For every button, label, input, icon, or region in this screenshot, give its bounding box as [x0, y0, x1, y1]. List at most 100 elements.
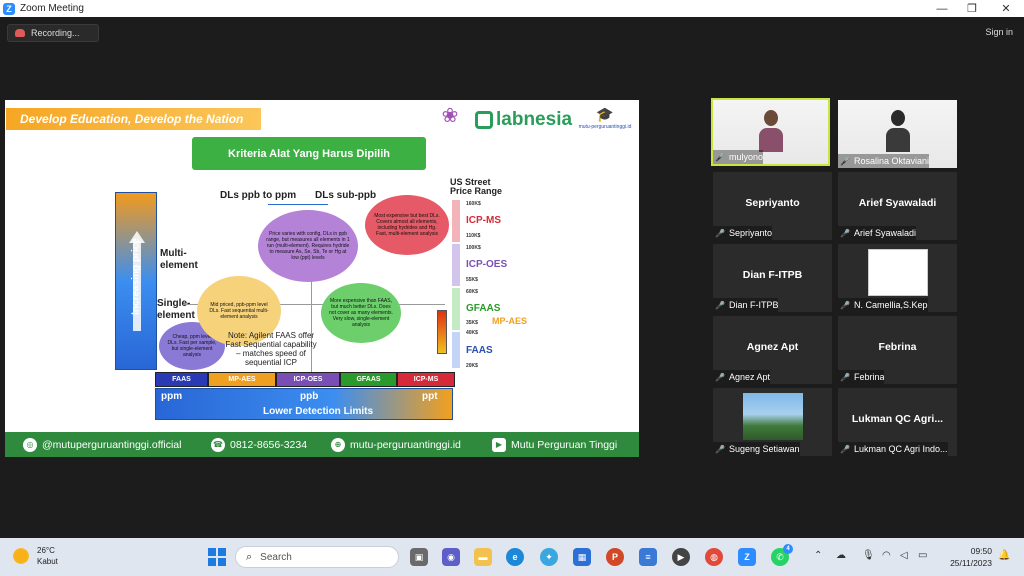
mic-muted-icon: 🎤 — [840, 300, 850, 310]
ellipse-icpoes: Price varies with config, DLs in ppb ran… — [258, 210, 358, 282]
technique-row: FAAS MP-AES ICP-OES GFAAS ICP-MS — [155, 372, 455, 387]
participant-display-name: Dian F-ITPB — [742, 269, 803, 281]
search-icon: ⌕ — [246, 550, 253, 563]
zoom-logo-icon: Z — [3, 2, 15, 15]
notification-badge: 4 — [783, 544, 793, 554]
weather-widget[interactable]: 26°C Kabut — [13, 545, 58, 567]
teams-chat-icon[interactable]: ◉ — [442, 548, 460, 566]
edge-browser-icon[interactable]: e — [506, 548, 524, 566]
store-icon[interactable]: ▦ — [573, 548, 591, 566]
participant-tile[interactable]: Arief Syawaladi 🎤 Arief Syawaladi — [838, 172, 957, 240]
price-seg-gfaas — [452, 288, 460, 330]
start-button[interactable] — [208, 548, 226, 566]
microphone-icon[interactable]: 🎙 — [862, 550, 875, 561]
chevron-up-icon[interactable]: ⌃ — [814, 550, 822, 561]
footer-instagram: @mutuperguruantinggi.official — [42, 438, 182, 451]
footer-phone: 0812-8656-3234 — [230, 438, 308, 451]
labnesia-icon — [475, 111, 493, 129]
detection-limit-axis: ppm ppb ppt Lower Detection Limits — [155, 388, 453, 420]
youtube-icon: ▶ — [492, 437, 506, 452]
us-street-price-label: US Street Price Range — [450, 177, 503, 196]
price-tick: 40K$ — [466, 330, 478, 336]
ifora-logo: ❀ — [430, 104, 470, 140]
price-tick: 160K$ — [466, 201, 481, 207]
weather-temp: 26°C — [37, 546, 55, 555]
participant-tile[interactable]: 🎤 Rosalina Oktaviani — [838, 100, 957, 168]
close-button[interactable]: ✕ — [990, 0, 1022, 17]
instrument-icpoes: ICP-OES — [466, 259, 508, 270]
minimize-button[interactable]: — — [926, 0, 958, 17]
participant-tile[interactable]: Dian F-ITPB 🎤 Dian F-ITPB — [713, 244, 832, 312]
battery-icon[interactable]: ▭ — [918, 550, 927, 561]
wifi-icon[interactable]: ◠ — [882, 550, 891, 561]
meeting-area: Recording... Sign in Develop Education, … — [0, 17, 1024, 538]
cloud-icon[interactable]: ☁ — [836, 550, 846, 561]
participant-name: Lukman QC Agri Indo... — [853, 444, 948, 454]
recording-cloud-icon — [15, 29, 25, 37]
participant-tile[interactable]: 🎤 mulyono — [711, 98, 830, 166]
labnesia-logo: labnesia — [475, 109, 572, 131]
chrome-icon[interactable]: ◍ — [705, 548, 723, 566]
participant-display-name: Sepriyanto — [745, 197, 800, 209]
participant-tile[interactable]: Agnez Apt 🎤 Agnez Apt — [713, 316, 832, 384]
participant-tile[interactable]: Febrina 🎤 Febrina — [838, 316, 957, 384]
price-tick: 20K$ — [466, 363, 478, 369]
participant-tile[interactable]: 🎤 N. Camellia,S.Kep — [838, 244, 957, 312]
participant-name: Sepriyanto — [728, 228, 772, 238]
tech-icpms: ICP-MS — [397, 372, 455, 387]
price-tick: 100K$ — [466, 245, 481, 251]
shared-screen-slide: Develop Education, Develop the Nation ❀ … — [5, 100, 639, 457]
dls-sub-ppb-label: DLs sub-ppb — [315, 190, 377, 201]
zoom-taskbar-icon[interactable]: Z — [738, 548, 756, 566]
task-view-icon[interactable]: ▣ — [410, 548, 428, 566]
taskbar-search[interactable]: ⌕ Search — [235, 546, 399, 568]
maximize-button[interactable]: ❐ — [956, 0, 988, 17]
phone-icon: ☎ — [211, 437, 225, 452]
faas-note: Note: Agilent FAAS offer Fast Sequential… — [225, 331, 317, 367]
footer-website: mutu-perguruantinggi.id — [350, 438, 461, 451]
participant-video-thumbnail — [868, 249, 928, 296]
clock[interactable]: 09:50 25/11/2023 — [944, 545, 992, 569]
ellipse-icpms: Most expensive but best DLs. Covers almo… — [365, 195, 449, 255]
notepad-icon[interactable]: ≡ — [639, 548, 657, 566]
clock-time: 09:50 — [970, 546, 992, 556]
mic-muted-icon: 🎤 — [840, 372, 850, 382]
labnesia-text: labnesia — [496, 109, 573, 130]
powerpoint-icon[interactable]: P — [606, 548, 624, 566]
notification-bell-icon[interactable]: 🔔 — [998, 550, 1010, 561]
participant-display-name: Arief Syawaladi — [858, 197, 937, 209]
participant-tile[interactable]: Lukman QC Agri... 🎤 Lukman QC Agri Indo..… — [838, 388, 957, 456]
app-icon[interactable]: ✦ — [540, 548, 558, 566]
instrument-icpms: ICP-MS — [466, 215, 501, 226]
tech-gfaas: GFAAS — [340, 372, 397, 387]
price-tick: 35K$ — [466, 320, 478, 326]
recording-indicator[interactable]: Recording... — [7, 24, 99, 42]
participant-display-name: Febrina — [878, 341, 917, 353]
file-explorer-icon[interactable]: ▬ — [474, 548, 492, 566]
participant-tile[interactable]: 🎤 Sugeng Setiawan — [713, 388, 832, 456]
participant-display-name: Lukman QC Agri... — [851, 413, 944, 425]
increasing-price-label: Increasing price — [130, 238, 142, 315]
instagram-icon: ◎ — [23, 437, 37, 452]
tech-icpoes: ICP-OES — [276, 372, 340, 387]
participant-display-name: Agnez Apt — [746, 341, 799, 353]
dls-ppb-ppm-label: DLs ppb to ppm — [220, 190, 297, 201]
mic-muted-icon: 🎤 — [840, 444, 850, 454]
participant-name: Sugeng Setiawan — [728, 444, 800, 454]
slide-footer: ◎ @mutuperguruantinggi.official ☎ 0812-8… — [5, 432, 639, 457]
tech-faas: FAAS — [155, 372, 208, 387]
price-tick: 60K$ — [466, 289, 478, 295]
mic-muted-icon: 🎤 — [840, 156, 850, 166]
slide-title: Kriteria Alat Yang Harus Dipilih — [192, 137, 426, 170]
participant-tile[interactable]: Sepriyanto 🎤 Sepriyanto — [713, 172, 832, 240]
price-tick: 55K$ — [466, 277, 478, 283]
window-titlebar: Z Zoom Meeting — ❐ ✕ — [0, 0, 1024, 17]
participant-name: Agnez Apt — [728, 372, 771, 382]
mic-muted-icon: 🎤 — [715, 372, 725, 382]
ellipse-gfaas: More expensive than FAAS, but much bette… — [321, 283, 401, 343]
media-player-icon[interactable]: ▶ — [672, 548, 690, 566]
clock-date: 25/11/2023 — [950, 558, 992, 568]
volume-icon[interactable]: ◁ — [900, 550, 908, 561]
price-seg-faas — [452, 332, 460, 368]
sign-in-link[interactable]: Sign in — [985, 27, 1013, 37]
